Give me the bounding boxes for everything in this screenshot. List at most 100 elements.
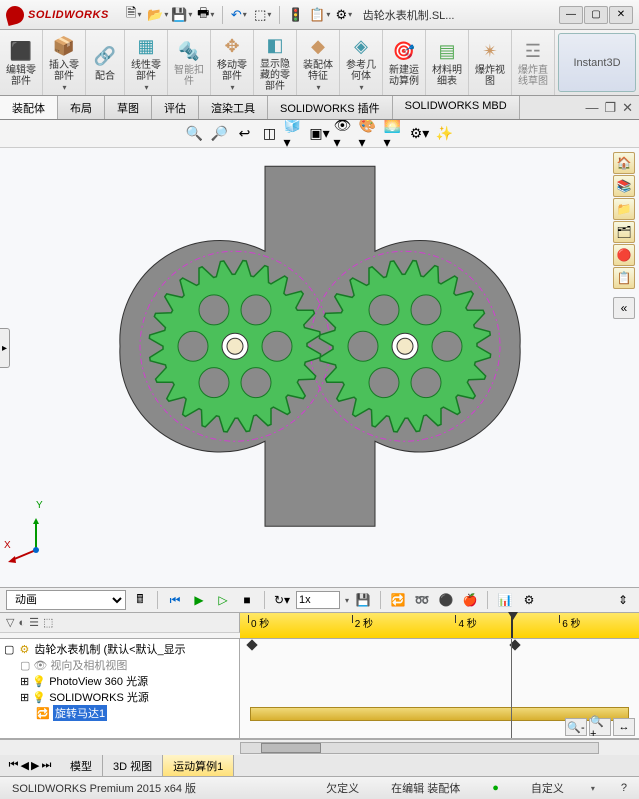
settings-icon[interactable]: ⚙▾ (333, 4, 355, 26)
doc-minimize-icon[interactable]: — (583, 100, 600, 115)
time-cursor[interactable] (511, 613, 513, 638)
doc-restore-icon[interactable]: ❐ (602, 100, 618, 116)
tree-row-pv360-lights[interactable]: ⊞💡PhotoView 360 光源 (4, 673, 235, 689)
print-icon[interactable]: 🖶▾ (195, 4, 217, 26)
ribbon-new-motion[interactable]: 🎯新建运 动算例 (383, 30, 426, 95)
resources-icon[interactable]: 🏠 (613, 152, 635, 174)
tree-row-sw-lights[interactable]: ⊞💡SOLIDWORKS 光源 (4, 689, 235, 705)
section-icon[interactable]: ◫ (259, 123, 281, 145)
rebuild-icon[interactable]: 🚦 (285, 4, 307, 26)
ribbon-linear-pattern[interactable]: ▦线性零 部件▾ (125, 30, 168, 95)
gravity-icon[interactable]: 🍎 (460, 590, 480, 610)
tab-model[interactable]: 模型 (60, 755, 103, 776)
timeline-scrollbar[interactable] (0, 739, 639, 755)
ribbon-explode-line[interactable]: ☲爆炸直 线草图 (512, 30, 555, 95)
ribbon-edit-part[interactable]: ⬛编辑零 部件 (0, 30, 43, 95)
tab-sketch[interactable]: 草图 (105, 96, 152, 119)
play-start-icon[interactable]: ⏮ (165, 590, 185, 610)
select-icon[interactable]: ⬚▾ (252, 4, 274, 26)
ribbon-exploded[interactable]: ✴爆炸视 图 (469, 30, 512, 95)
render-icon[interactable]: ✨ (434, 123, 456, 145)
custom-props-icon[interactable]: 📋 (613, 267, 635, 289)
spring-icon[interactable]: ➿ (412, 590, 432, 610)
tab-mbd[interactable]: SOLIDWORKS MBD (393, 96, 520, 119)
design-lib-icon[interactable]: 📚 (613, 175, 635, 197)
ribbon-mate[interactable]: 🔗配合 (86, 30, 125, 95)
prev-view-icon[interactable]: ↩ (234, 123, 256, 145)
tab-nav-last-icon[interactable]: ⏭ (41, 759, 51, 772)
view-palette-icon[interactable]: 🗂 (613, 221, 635, 243)
tree-row-rotary-motor[interactable]: 🔁旋转马达1 (4, 705, 235, 721)
ribbon-assy-feat[interactable]: ◆装配体 特征▾ (297, 30, 340, 95)
appearances-icon[interactable]: 🔴 (613, 244, 635, 266)
playback-speed-input[interactable] (296, 591, 340, 609)
play-cursor-icon[interactable]: ▷ (213, 590, 233, 610)
zoom-out-icon[interactable]: 🔍- (565, 718, 587, 736)
ribbon-insert-part[interactable]: 📦插入零 部件▾ (43, 30, 86, 95)
ribbon-bom[interactable]: ▤材料明 细表 (426, 30, 469, 95)
timeline-ruler[interactable]: 0 秒 2 秒 4 秒 6 秒 (240, 613, 639, 638)
status-custom[interactable]: 自定义 (525, 780, 570, 796)
tree-row-orientation[interactable]: ▢👁视向及相机视图 (4, 657, 235, 673)
ribbon-smart-fasteners[interactable]: 🔩智能扣 件 (168, 30, 211, 95)
expand-icon[interactable]: « (613, 297, 635, 319)
file-explorer-icon[interactable]: 📁 (613, 198, 635, 220)
ribbon-move-comp[interactable]: ✥移动零 部件▾ (211, 30, 254, 95)
status-help-icon[interactable]: ? (615, 782, 633, 794)
ribbon-show-hide[interactable]: ◧显示隐 藏的零 部件 (254, 30, 297, 95)
filter4-icon[interactable]: ⬚ (43, 616, 53, 629)
play-icon[interactable]: ▶ (189, 590, 209, 610)
save-icon[interactable]: 💾▾ (171, 4, 193, 26)
tab-motion-study-1[interactable]: 运动算例1 (163, 755, 234, 776)
zoom-fit-icon[interactable]: ↔ (613, 718, 635, 736)
tab-layout[interactable]: 布局 (58, 96, 105, 119)
open-icon[interactable]: 📂▾ (147, 4, 169, 26)
instant3d-button[interactable]: Instant3D (558, 33, 636, 92)
options-icon[interactable]: 📋▾ (309, 4, 331, 26)
filter-icon[interactable]: ▽ (6, 616, 14, 629)
scene-icon[interactable]: 🌅▾ (384, 123, 406, 145)
filter3-icon[interactable]: ☰ (29, 616, 39, 629)
tab-nav-prev-icon[interactable]: ◀ (21, 759, 29, 772)
timeline-tracks[interactable]: 🔍- 🔍+ ↔ (240, 639, 639, 738)
calculate-icon[interactable]: 🖩 (130, 590, 150, 610)
save-anim-icon[interactable]: 💾 (353, 590, 373, 610)
collapse-icon[interactable]: ⇕ (613, 590, 633, 610)
ribbon-ref-geom[interactable]: ◈参考几 何体▾ (340, 30, 383, 95)
view-orient-icon[interactable]: 🧊▾ (284, 123, 306, 145)
new-icon[interactable]: 🗎▾ (123, 4, 145, 26)
tab-evaluate[interactable]: 评估 (152, 96, 199, 119)
contact-icon[interactable]: ⚫ (436, 590, 456, 610)
zoom-fit-icon[interactable]: 🔍 (184, 123, 206, 145)
undo-icon[interactable]: ↶▾ (228, 4, 250, 26)
keyframe-icon[interactable] (246, 639, 257, 650)
appearance-icon[interactable]: 🎨▾ (359, 123, 381, 145)
filter2-icon[interactable]: ◐ (18, 617, 25, 629)
zoom-area-icon[interactable]: 🔎 (209, 123, 231, 145)
maximize-button[interactable]: ▢ (584, 6, 608, 24)
view-settings-icon[interactable]: ⚙▾ (409, 123, 431, 145)
motor-icon[interactable]: 🔁 (388, 590, 408, 610)
graphics-viewport[interactable]: ▸ Y X 🏠 📚 📁 🗂 🔴 📋 « (0, 148, 639, 587)
tree-row-root[interactable]: ▢⚙齿轮水表机制 (默认<默认_显示 (4, 641, 235, 657)
motion-type-select[interactable]: 动画 (6, 590, 126, 610)
stop-icon[interactable]: ■ (237, 590, 257, 610)
feature-tree-flyout-tab[interactable]: ▸ (0, 328, 10, 368)
tab-nav-first-icon[interactable]: ⏮ (9, 759, 19, 772)
results-icon[interactable]: 📊 (495, 590, 515, 610)
tab-assembly[interactable]: 装配体 (0, 96, 58, 119)
tab-addins[interactable]: SOLIDWORKS 插件 (268, 96, 393, 119)
zoom-in-icon[interactable]: 🔍+ (589, 718, 611, 736)
scrollbar-thumb[interactable] (261, 743, 321, 753)
status-rebuild-icon[interactable]: ● (486, 782, 505, 794)
tab-render[interactable]: 渲染工具 (199, 96, 268, 119)
loop-icon[interactable]: ↻▾ (272, 590, 292, 610)
doc-close-icon[interactable]: ✕ (620, 100, 635, 116)
settings-icon[interactable]: ⚙ (519, 590, 539, 610)
minimize-button[interactable]: — (559, 6, 583, 24)
hide-show-icon[interactable]: 👁▾ (334, 123, 356, 145)
close-button[interactable]: ✕ (609, 6, 633, 24)
tab-3dview[interactable]: 3D 视图 (103, 755, 163, 776)
display-style-icon[interactable]: ▣▾ (309, 123, 331, 145)
tab-nav-next-icon[interactable]: ▶ (31, 759, 39, 772)
